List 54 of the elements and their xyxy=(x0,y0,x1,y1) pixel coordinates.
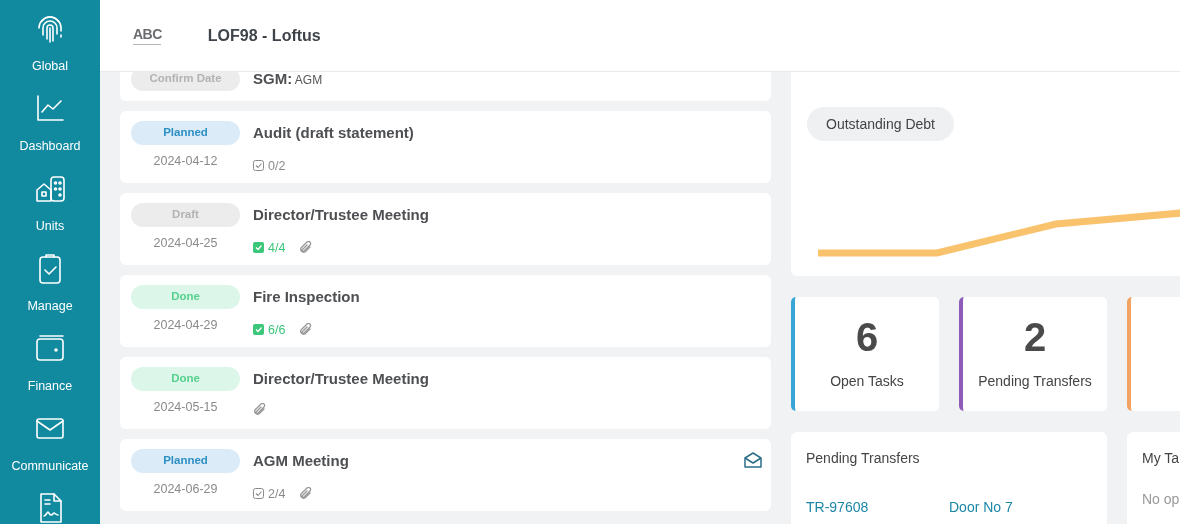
status-badge: Planned xyxy=(131,449,240,473)
status-badge: Planned xyxy=(131,121,240,145)
meeting-card[interactable]: Planned 2024-06-29 AGM Meeting 2/4 xyxy=(120,439,771,511)
unit-link[interactable]: Door No 7 xyxy=(949,497,1092,518)
panel-title: My Ta xyxy=(1142,449,1180,468)
task-count: 2/4 xyxy=(253,484,286,504)
status-badge: Draft xyxy=(131,203,240,227)
meeting-title: AGM Meeting xyxy=(253,451,349,471)
date-text: 2024-04-25 xyxy=(153,235,218,252)
meeting-card[interactable]: Draft 2024-04-25 Director/Trustee Meeting 4/4 xyxy=(120,193,771,265)
nav-label[interactable]: Manage xyxy=(27,297,73,316)
nav-label[interactable]: Communicate xyxy=(11,457,89,476)
meeting-card[interactable]: Done 2024-05-15 Director/Trustee Meeting xyxy=(120,357,771,429)
paperclip-icon[interactable] xyxy=(299,240,313,255)
meeting-card[interactable]: Planned 2024-04-12 Audit (draft statement) 0/2 xyxy=(120,111,771,183)
date-text: 2024-05-15 xyxy=(153,399,218,416)
meeting-card[interactable]: Done 2024-04-29 Fire Inspection 6/6 xyxy=(120,275,771,347)
paperclip-icon[interactable] xyxy=(253,402,266,417)
meeting-title: Fire Inspection xyxy=(253,287,360,307)
nav-label[interactable]: Global xyxy=(31,57,69,76)
task-count: 0/2 xyxy=(253,156,286,176)
paperclip-icon[interactable] xyxy=(299,322,313,337)
stat-label: Open Tasks xyxy=(830,371,904,391)
date-text: 2024-04-29 xyxy=(153,317,218,334)
task-count: 6/6 xyxy=(253,320,286,340)
stat-value: 6 xyxy=(855,316,879,357)
meeting-title: Audit (draft statement) xyxy=(253,123,414,143)
page-title: LOF98 - Loftus xyxy=(207,25,321,46)
status-badge: Done xyxy=(131,367,240,391)
paperclip-icon[interactable] xyxy=(299,486,313,501)
nav-label[interactable]: Finance xyxy=(27,377,73,396)
outstanding-debt-button[interactable]: Outstanding Debt xyxy=(807,107,954,141)
date-text: 2024-06-29 xyxy=(153,481,218,498)
stat-value: 2 xyxy=(1023,316,1047,357)
task-count: 4/4 xyxy=(253,238,286,258)
meeting-title: SGM: AGM xyxy=(253,72,323,89)
checkbox-icon xyxy=(253,324,264,336)
meeting-card[interactable]: Confirm Date SGM: AGM xyxy=(120,72,771,101)
nav-label[interactable]: Units xyxy=(35,217,65,236)
envelope-icon[interactable] xyxy=(743,451,763,469)
meeting-title: Director/Trustee Meeting xyxy=(253,369,429,389)
stat-label: Pending Transfers xyxy=(978,371,1092,391)
checkbox-icon xyxy=(253,242,264,254)
status-badge: Done xyxy=(131,285,240,309)
checkbox-icon xyxy=(253,488,264,500)
meeting-title: Director/Trustee Meeting xyxy=(253,205,429,225)
empty-message: No op xyxy=(1142,490,1180,509)
transfer-link[interactable]: TR-97608 xyxy=(806,497,949,518)
nav-label[interactable]: Dashboard xyxy=(19,137,81,156)
panel-title: Pending Transfers xyxy=(806,449,921,468)
date-text: 2024-04-12 xyxy=(153,153,218,170)
status-badge: Confirm Date xyxy=(131,72,240,91)
company-logo: ABC xyxy=(133,26,162,45)
checkbox-icon xyxy=(253,160,264,172)
